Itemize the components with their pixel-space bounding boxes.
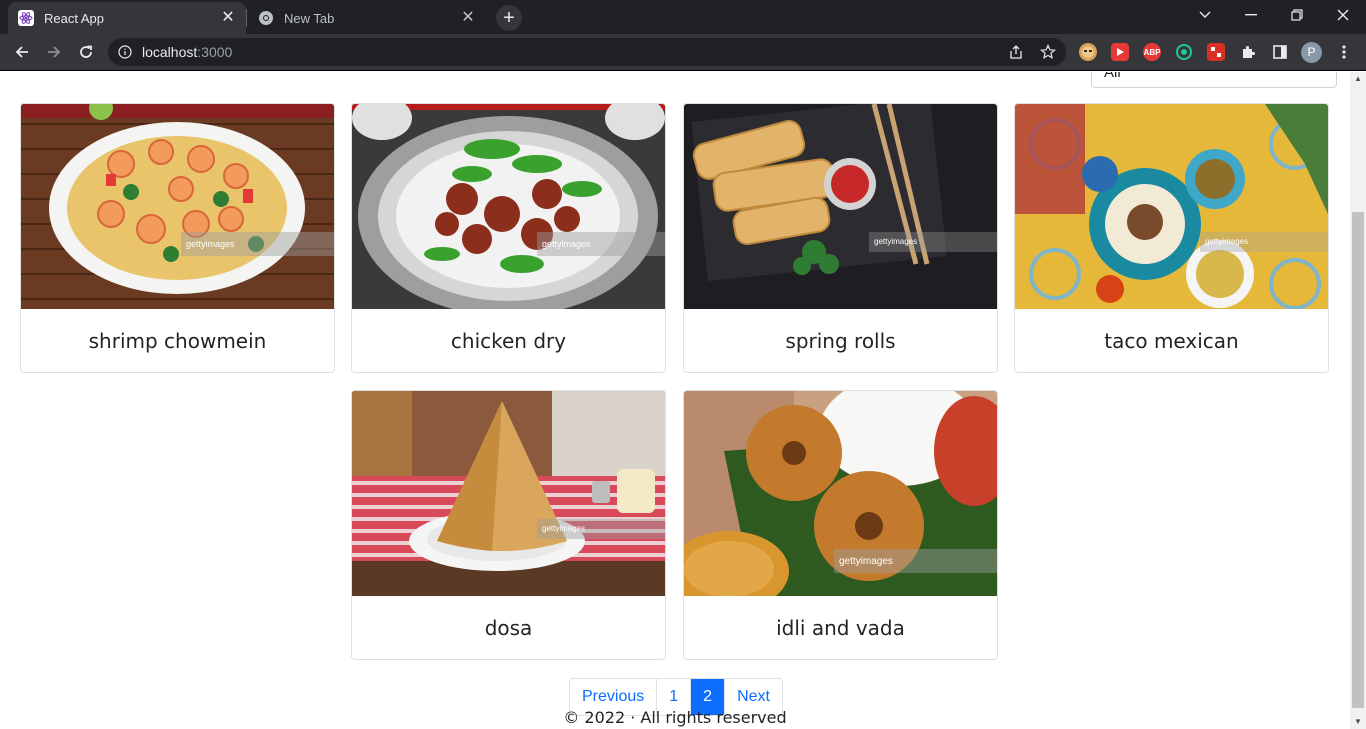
share-icon[interactable] [1008, 44, 1024, 60]
getty-watermark: gettyimages [542, 239, 591, 249]
tab-new-tab[interactable]: New Tab ✕ [248, 2, 486, 34]
getty-watermark: gettyimages [1205, 237, 1248, 246]
dish-card[interactable]: gettyimages chicken dry [351, 103, 666, 373]
dish-image[interactable]: gettyimages [21, 104, 334, 309]
dish-card[interactable]: gettyimages idli and vada [683, 390, 998, 660]
extension-video-icon[interactable] [1111, 43, 1129, 61]
dish-image[interactable]: gettyimages [684, 391, 997, 596]
profile-avatar[interactable]: P [1301, 42, 1322, 63]
scroll-up-arrow-icon[interactable]: ▲ [1350, 72, 1366, 86]
dish-image[interactable]: gettyimages [352, 391, 665, 596]
dish-name: shrimp chowmein [88, 329, 267, 353]
extension-avatar-icon[interactable] [1079, 43, 1097, 61]
category-filter-select[interactable]: All [1091, 72, 1337, 88]
dish-name: spring rolls [785, 329, 896, 353]
dish-name: dosa [484, 616, 533, 640]
menu-kebab-icon[interactable] [1335, 43, 1353, 61]
reload-icon[interactable] [72, 38, 100, 66]
url-host: localhost [142, 44, 198, 60]
dish-image[interactable]: gettyimages [684, 104, 997, 309]
dish-image[interactable]: gettyimages [352, 104, 665, 309]
dish-image[interactable]: gettyimages [1015, 104, 1328, 309]
new-tab-button[interactable]: + [496, 5, 522, 31]
close-window-icon[interactable] [1320, 0, 1366, 30]
dish-name: idli and vada [776, 616, 905, 640]
close-tab-icon[interactable]: ✕ [460, 10, 476, 26]
dish-card[interactable]: gettyimages taco mexican [1014, 103, 1329, 373]
info-icon[interactable] [118, 45, 132, 59]
side-panel-icon[interactable] [1271, 43, 1289, 61]
extension-ring-icon[interactable] [1175, 43, 1193, 61]
extensions-puzzle-icon[interactable] [1239, 43, 1257, 61]
tab-strip: React App ✕ New Tab ✕ + [0, 0, 1366, 34]
footer-copyright: © 2022 · All rights reserved [563, 708, 787, 727]
close-tab-icon[interactable]: ✕ [220, 10, 236, 26]
dish-card[interactable]: gettyimages spring rolls [683, 103, 998, 373]
browser-toolbar: localhost:3000 ABP P [0, 34, 1366, 71]
restore-icon[interactable] [1274, 0, 1320, 30]
forward-icon[interactable] [40, 38, 68, 66]
dish-name: chicken dry [450, 329, 567, 353]
tab-separator [246, 9, 247, 27]
address-url: localhost:3000 [142, 44, 232, 60]
url-port: :3000 [197, 44, 233, 60]
bookmark-star-icon[interactable] [1040, 44, 1056, 60]
minimize-icon[interactable] [1228, 0, 1274, 30]
adblock-plus-icon[interactable]: ABP [1143, 43, 1161, 61]
tab-search-icon[interactable] [1182, 0, 1228, 30]
back-icon[interactable] [8, 38, 36, 66]
dish-card[interactable]: gettyimages dosa [351, 390, 666, 660]
page-viewport: All gettyimages shrimp chowmein gettyima… [0, 72, 1350, 729]
scrollbar-thumb[interactable] [1352, 212, 1364, 708]
chrome-icon [259, 11, 273, 25]
tab-title: New Tab [284, 10, 335, 26]
react-favicon-icon [18, 10, 34, 26]
dish-card[interactable]: gettyimages shrimp chowmein [20, 103, 335, 373]
getty-watermark: gettyimages [186, 239, 235, 249]
tab-title: React App [44, 10, 104, 26]
extension-grid-icon[interactable] [1207, 43, 1225, 61]
scroll-down-arrow-icon[interactable]: ▼ [1350, 715, 1366, 729]
address-bar[interactable]: localhost:3000 [108, 38, 1066, 66]
dish-name: taco mexican [1104, 329, 1239, 353]
getty-watermark: gettyimages [839, 556, 893, 567]
tab-react-app[interactable]: React App ✕ [8, 2, 246, 34]
getty-watermark: gettyimages [874, 237, 917, 246]
getty-watermark: gettyimages [542, 524, 585, 533]
